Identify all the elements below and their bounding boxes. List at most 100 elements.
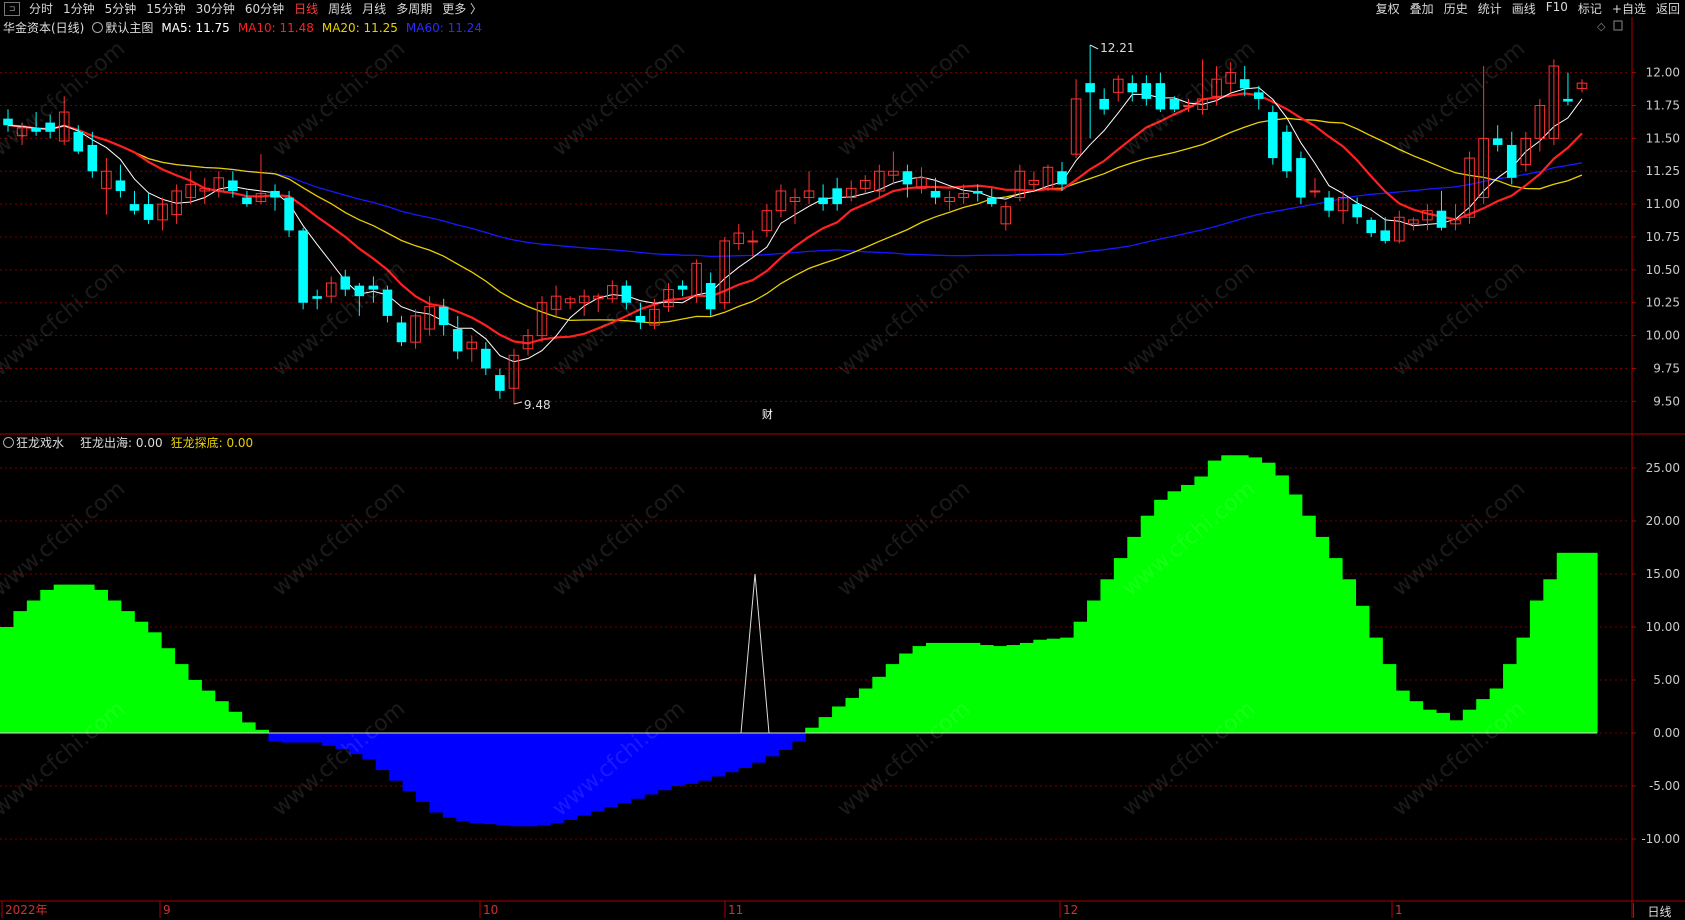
indicator-bar-positive	[201, 690, 216, 733]
tool-button-2[interactable]: 历史	[1439, 0, 1473, 17]
indicator-bar-negative	[496, 733, 511, 826]
indicator-bar-positive	[1060, 637, 1075, 733]
candle-body-down	[143, 204, 154, 220]
indicator-bar-positive	[1100, 579, 1115, 733]
indicator-bar-positive	[805, 727, 820, 733]
candle-body-down	[1324, 197, 1334, 211]
indicator-bar-positive	[26, 600, 41, 733]
period-tab-2[interactable]: 5分钟	[100, 0, 142, 17]
candle-body-down	[1239, 79, 1250, 89]
indicator-bar-positive	[1449, 720, 1464, 733]
low-marker	[513, 401, 523, 405]
period-tab-9[interactable]: 多周期	[391, 0, 437, 17]
indicator-bar-positive	[187, 680, 202, 733]
indicator-bar-positive	[845, 698, 860, 733]
indicator-bar-negative	[711, 733, 726, 777]
indicator-bar-positive	[80, 584, 95, 733]
indicator-bar-positive	[979, 645, 994, 733]
indicator-bar-negative	[308, 733, 323, 743]
watermark-text: www.cfchi.com	[1388, 36, 1530, 161]
tool-button-5[interactable]: F10	[1541, 0, 1573, 17]
candle-body-down	[396, 322, 407, 343]
indicator-tick-label: 10.00	[1646, 620, 1680, 634]
indicator-tick-label: 20.00	[1646, 514, 1680, 528]
indicator-bar-positive	[1395, 690, 1410, 733]
indicator-bar-positive	[832, 706, 847, 733]
candle-body-down	[438, 306, 449, 326]
tool-button-8[interactable]: 返回	[1651, 0, 1685, 17]
candle-body-down	[270, 190, 280, 198]
ma5-line	[7, 87, 1583, 363]
time-tick-label: 1	[1395, 903, 1403, 917]
time-tick-label: 9	[163, 903, 171, 917]
indicator-bar-positive	[899, 653, 914, 733]
tool-button-0[interactable]: 复权	[1371, 0, 1405, 17]
candle-body-down	[1141, 83, 1152, 99]
indicator-bar-negative	[429, 733, 444, 813]
indicator-bar-positive	[1342, 579, 1357, 733]
candle-body-down	[1085, 83, 1095, 93]
indicator-bar-positive	[1033, 639, 1048, 733]
period-tab-6[interactable]: 日线	[289, 0, 323, 17]
chart-canvas[interactable]: 12.00 11.75 11.50 11.25 11.00 10.75 10.50 10.25…	[0, 17, 1685, 918]
high-label: 12.21	[1100, 41, 1134, 55]
candle-body-down	[1099, 98, 1109, 110]
candle-body-down	[284, 197, 294, 231]
indicator-bar-negative	[764, 733, 779, 757]
candle-body-down	[452, 329, 463, 352]
indicator-bar-positive	[40, 589, 55, 733]
indicator-bar-positive	[1046, 638, 1061, 733]
tool-button-3[interactable]: 统计	[1473, 0, 1507, 17]
indicator-bar-positive	[1435, 712, 1450, 733]
candle-body-down	[1506, 144, 1517, 178]
candle-body-down	[1563, 98, 1573, 102]
watermark-text: www.cfchi.com	[833, 256, 975, 381]
period-tab-4[interactable]: 30分钟	[191, 0, 240, 17]
indicator-bar-negative	[724, 733, 739, 773]
price-tick-label: 11.50	[1646, 131, 1680, 145]
indicator-bar-negative	[671, 733, 686, 786]
indicator-bar-positive	[228, 711, 243, 733]
time-tick-label: 11	[728, 903, 743, 917]
indicator-bar-positive	[818, 717, 833, 733]
tool-button-4[interactable]: 画线	[1507, 0, 1541, 17]
price-tick-label: 10.25	[1646, 296, 1680, 310]
period-tab-0[interactable]: 分时	[24, 0, 58, 17]
indicator-bar-positive	[13, 611, 28, 733]
indicator-bar-positive	[147, 632, 162, 733]
period-tab-8[interactable]: 月线	[357, 0, 391, 17]
watermark-text: www.cfchi.com	[1388, 256, 1530, 381]
watermark-text: www.cfchi.com	[548, 476, 690, 601]
indicator-bar-positive	[1274, 475, 1289, 733]
period-tab-10[interactable]: 更多 〉	[437, 0, 487, 17]
period-tab-7[interactable]: 周线	[323, 0, 357, 17]
window-icon	[1613, 20, 1623, 31]
indicator-bar-negative	[509, 733, 524, 827]
price-tick-label: 10.75	[1646, 230, 1680, 244]
period-tab-1[interactable]: 1分钟	[58, 0, 100, 17]
indicator-tick-label: 5.00	[1653, 673, 1680, 687]
indicator-bar-negative	[684, 733, 699, 784]
candle-body-down	[1492, 138, 1503, 145]
tool-button-7[interactable]: +自选	[1607, 0, 1651, 17]
indicator-bar-positive	[1140, 515, 1155, 733]
indicator-bar-negative	[456, 733, 471, 821]
indicator-bar-positive	[1368, 637, 1383, 733]
tool-button-1[interactable]: 叠加	[1405, 0, 1439, 17]
period-tab-5[interactable]: 60分钟	[240, 0, 289, 17]
indicator-bar-negative	[738, 733, 753, 768]
period-indicator-tab[interactable]: 日线	[1633, 903, 1685, 919]
diamond-icon: ◇	[1597, 20, 1606, 33]
price-tick-label: 10.50	[1646, 263, 1680, 277]
tool-button-6[interactable]: 标记	[1573, 0, 1607, 17]
indicator-bar-positive	[1087, 600, 1102, 733]
period-tab-3[interactable]: 15分钟	[141, 0, 190, 17]
indicator-tick-label: 15.00	[1646, 567, 1680, 581]
indicator-bar-positive	[1167, 491, 1182, 733]
candle-body-down	[677, 285, 688, 290]
candle-body-down	[495, 375, 505, 391]
candle-body-down	[1268, 112, 1278, 159]
candle-body-down	[930, 190, 941, 198]
menu-icon[interactable]: ⊐	[4, 1, 20, 16]
candle-body-down	[1352, 204, 1362, 218]
